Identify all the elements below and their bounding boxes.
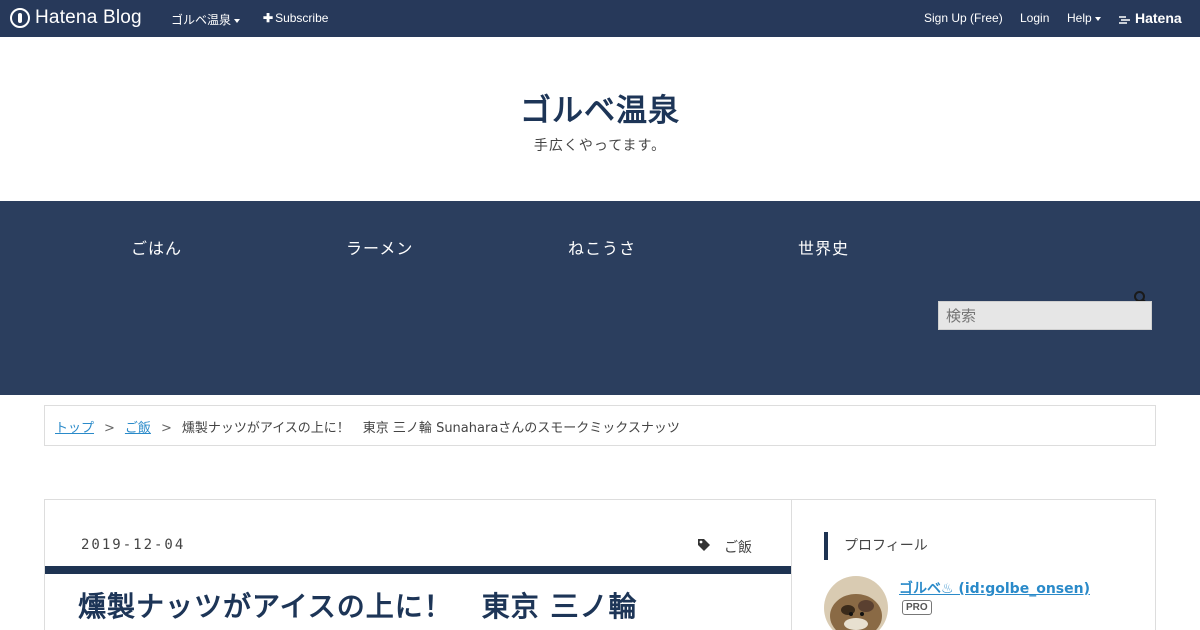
avatar[interactable] — [824, 576, 888, 630]
help-label: Help — [1067, 11, 1092, 25]
hatena-brand-link[interactable]: Hatena — [1118, 10, 1182, 26]
nav-item-gohan[interactable]: ごはん — [131, 235, 182, 259]
search-box — [938, 301, 1152, 330]
breadcrumb-separator: > — [104, 421, 115, 436]
sidebar-profile-heading: プロフィール — [824, 532, 928, 560]
sidebar: プロフィール ゴルベ♨ (id:golbe_onsen) PRO — [791, 499, 1156, 630]
profile-name-link[interactable]: ゴルベ♨ (id:golbe_onsen) — [899, 578, 1090, 598]
breadcrumb-separator: > — [160, 421, 172, 436]
hatena-brand-label: Hatena — [1135, 10, 1182, 26]
breadcrumb-category-link[interactable]: ご飯 — [125, 421, 151, 436]
login-link[interactable]: Login — [1020, 11, 1049, 25]
search-input[interactable] — [939, 302, 1151, 329]
caret-down-icon — [1094, 16, 1101, 21]
tag-icon — [698, 539, 710, 551]
pro-badge: PRO — [902, 600, 932, 615]
hatena-blog-logo[interactable]: Hatena Blog — [10, 7, 142, 29]
nav-item-world-history[interactable]: 世界史 — [798, 235, 849, 259]
breadcrumb-top-link[interactable]: トップ — [55, 421, 94, 436]
help-dropdown[interactable]: Help — [1067, 11, 1101, 25]
category-nav: ごはん ラーメン ねこうさ 世界史 — [0, 201, 1200, 395]
blog-menu-dropdown[interactable]: ゴルベ温泉 — [171, 11, 241, 28]
hatena-topbar: Hatena Blog ゴルベ温泉 ✚ Subscribe Sign Up (Fr… — [0, 0, 1200, 37]
blog-title[interactable]: ゴルベ温泉 — [0, 85, 1200, 130]
cat-avatar-icon — [824, 576, 888, 630]
entry-title-bar — [45, 566, 791, 574]
hatena-mark-icon — [1119, 16, 1130, 24]
blog-header: ゴルベ温泉 手広くやってます。 — [0, 37, 1200, 201]
entry-article: 2019-12-04 ご飯 燻製ナッツがアイスの上に！ 東京 三ノ輪 — [44, 499, 792, 630]
breadcrumb: トップ > ご飯 > 燻製ナッツがアイスの上に！ 東京 三ノ輪 Sunaharaさんのス… — [44, 405, 1156, 446]
entry-date[interactable]: 2019-12-04 — [81, 537, 185, 553]
blog-description: 手広くやってます。 — [533, 138, 667, 154]
signup-link[interactable]: Sign Up (Free) — [924, 11, 1003, 25]
hatena-logo-icon — [10, 8, 30, 28]
entry-category-link[interactable]: ご飯 — [724, 537, 752, 557]
nav-item-nekousa[interactable]: ねこうさ — [568, 235, 636, 259]
blog-menu-label: ゴルベ温泉 — [171, 13, 232, 27]
logo-text: Hatena Blog — [35, 7, 142, 28]
plus-icon: ✚ — [263, 11, 274, 25]
breadcrumb-current: 燻製ナッツがアイスの上に！ 東京 三ノ輪 Sunaharaさんのスモークミックス… — [181, 421, 680, 436]
subscribe-button[interactable]: ✚ Subscribe — [263, 11, 328, 25]
subscribe-label: Subscribe — [275, 11, 329, 25]
entry-title[interactable]: 燻製ナッツがアイスの上に！ 東京 三ノ輪 — [78, 585, 638, 625]
caret-down-icon — [234, 18, 241, 23]
nav-item-ramen[interactable]: ラーメン — [346, 235, 413, 259]
